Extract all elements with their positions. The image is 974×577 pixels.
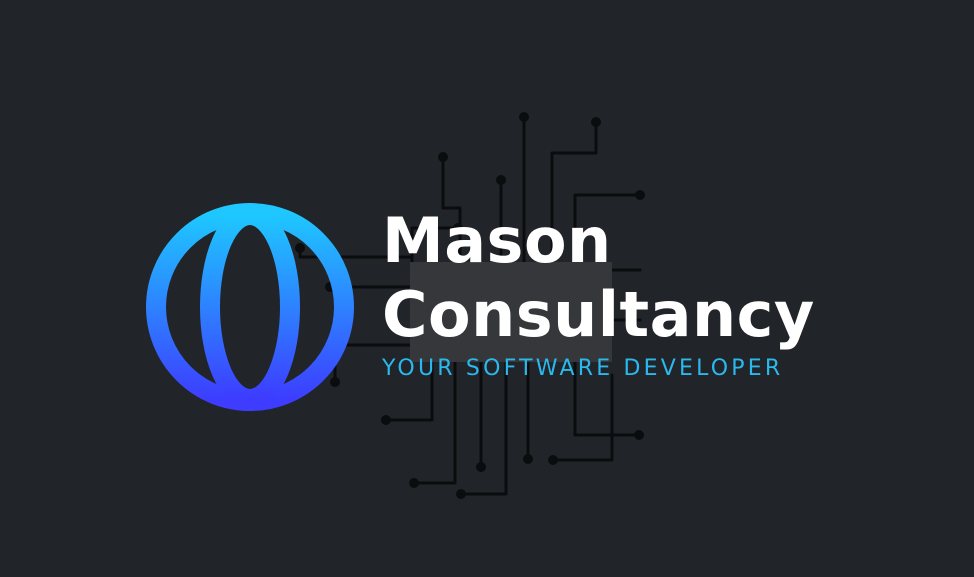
brand-name-line-1: Mason [382,204,612,277]
globe-icon [146,203,354,411]
brand-name-line-2: Consultancy [382,278,815,351]
logo-canvas: Mason Consultancy YOUR SOFTWARE DEVELOPE… [0,0,974,577]
brand-tagline: YOUR SOFTWARE DEVELOPER [382,356,784,381]
